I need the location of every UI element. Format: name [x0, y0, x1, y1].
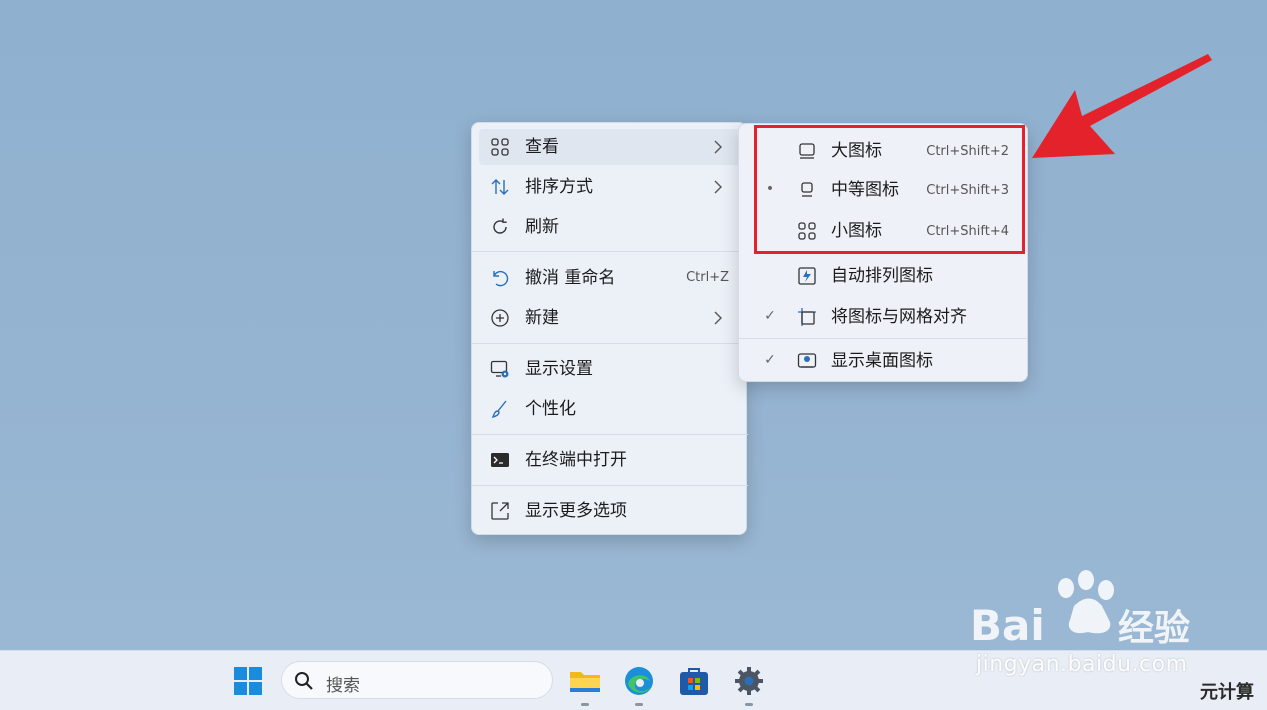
submenu-item-show-desktop-icons[interactable]: ✓ 显示桌面图标 — [743, 342, 1025, 380]
menu-item-label: 显示更多选项 — [525, 501, 627, 521]
grid-icon — [491, 138, 509, 156]
store-icon[interactable] — [677, 664, 711, 698]
show-desktop-icon — [797, 353, 817, 368]
menu-item-refresh[interactable]: 刷新 — [479, 209, 741, 245]
sort-icon — [491, 179, 509, 195]
menu-item-new[interactable]: 新建 — [479, 300, 741, 336]
auto-arrange-icon — [798, 267, 816, 285]
shortcut-label: Ctrl+Shift+4 — [926, 224, 1009, 239]
menu-item-label: 显示设置 — [525, 359, 593, 379]
watermark-corner-text: 元计算 — [1200, 682, 1254, 703]
menu-divider — [472, 343, 748, 344]
shortcut-label: Ctrl+Z — [686, 270, 729, 285]
menu-item-label: 撤消 重命名 — [525, 268, 616, 288]
menu-item-open-terminal[interactable]: 在终端中打开 — [479, 442, 741, 478]
annotation-arrow — [1032, 54, 1212, 158]
menu-item-display-settings[interactable]: 显示设置 — [479, 351, 741, 387]
large-icon-icon — [799, 143, 815, 159]
menu-item-view[interactable]: 查看 — [479, 129, 741, 165]
selection-mark: ✓ — [764, 352, 776, 368]
menu-item-personalize[interactable]: 个性化 — [479, 391, 741, 427]
menu-item-undo-rename[interactable]: 撤消 重命名 Ctrl+Z — [479, 260, 741, 296]
search-icon — [295, 672, 313, 690]
menu-divider — [472, 251, 748, 252]
file-explorer-icon[interactable] — [568, 664, 602, 698]
edge-icon[interactable] — [622, 664, 656, 698]
watermark-url: jingyan.baidu.com — [976, 652, 1188, 677]
selection-mark — [763, 222, 777, 238]
search-placeholder: 搜索 — [326, 676, 360, 696]
selection-mark: • — [765, 181, 775, 197]
menu-item-label: 查看 — [525, 137, 559, 157]
menu-divider — [472, 434, 748, 435]
menu-item-label: 在终端中打开 — [525, 450, 627, 470]
submenu-item-large-icons[interactable]: 大图标 Ctrl+Shift+2 — [743, 132, 1025, 170]
brush-icon — [491, 400, 507, 419]
chevron-right-icon — [714, 180, 722, 194]
submenu-item-label: 将图标与网格对齐 — [831, 307, 967, 327]
menu-divider — [739, 338, 1027, 339]
medium-icon-icon — [801, 182, 813, 197]
menu-divider — [472, 485, 748, 486]
add-circle-icon — [491, 309, 509, 327]
start-icon[interactable] — [231, 664, 265, 698]
selection-mark — [763, 267, 777, 283]
view-submenu: 大图标 Ctrl+Shift+2 • 中等图标 Ctrl+Shift+3 小图标… — [738, 123, 1028, 382]
menu-item-show-more-options[interactable]: 显示更多选项 — [479, 493, 741, 529]
menu-item-label: 刷新 — [525, 217, 559, 237]
running-indicator — [635, 703, 643, 706]
terminal-icon — [491, 453, 509, 467]
submenu-item-auto-arrange[interactable]: 自动排列图标 — [743, 257, 1025, 295]
submenu-item-label: 显示桌面图标 — [831, 351, 933, 371]
align-grid-icon — [798, 308, 816, 326]
menu-item-label: 新建 — [525, 308, 559, 328]
chevron-right-icon — [714, 140, 722, 154]
selection-mark: ✓ — [764, 308, 776, 324]
submenu-item-align-grid[interactable]: ✓ 将图标与网格对齐 — [743, 298, 1025, 336]
display-settings-icon — [490, 360, 509, 378]
submenu-item-medium-icons[interactable]: • 中等图标 Ctrl+Shift+3 — [743, 171, 1025, 209]
submenu-item-small-icons[interactable]: 小图标 Ctrl+Shift+4 — [743, 212, 1025, 250]
settings-icon[interactable] — [732, 664, 766, 698]
small-icons-icon — [798, 222, 816, 240]
shortcut-label: Ctrl+Shift+2 — [926, 144, 1009, 159]
selection-mark — [763, 142, 777, 158]
menu-item-label: 排序方式 — [525, 177, 593, 197]
running-indicator — [745, 703, 753, 706]
submenu-item-label: 自动排列图标 — [831, 266, 933, 286]
taskbar-search-box[interactable]: 搜索 — [281, 661, 553, 699]
running-indicator — [581, 703, 589, 706]
submenu-item-label: 中等图标 — [831, 180, 899, 200]
undo-icon — [493, 270, 509, 287]
submenu-item-label: 大图标 — [831, 141, 882, 161]
shortcut-label: Ctrl+Shift+3 — [926, 183, 1009, 198]
chevron-right-icon — [714, 311, 722, 325]
menu-item-label: 个性化 — [525, 399, 576, 419]
menu-item-sort[interactable]: 排序方式 — [479, 169, 741, 205]
open-external-icon — [491, 502, 509, 520]
submenu-item-label: 小图标 — [831, 221, 882, 241]
refresh-icon — [493, 218, 507, 234]
desktop-context-menu: 查看 排序方式 刷新 撤消 重命名 Ctrl+Z 新建 显示设置 个性化 在终端… — [471, 122, 748, 535]
